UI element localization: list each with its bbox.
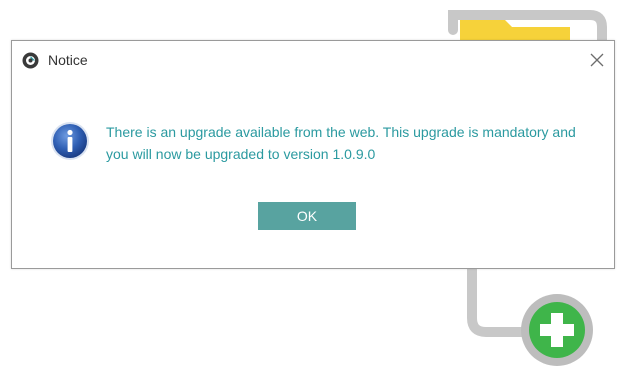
ok-button[interactable]: OK (258, 202, 356, 230)
screen: Notice There is an upgrade available fro… (0, 0, 623, 368)
folder-icon (460, 20, 570, 41)
close-icon (590, 53, 604, 67)
app-logo-icon (22, 52, 39, 69)
dialog-title: Notice (48, 52, 88, 68)
add-plus-icon (521, 294, 593, 366)
notice-dialog: Notice There is an upgrade available fro… (11, 40, 615, 269)
info-icon (51, 122, 89, 160)
dialog-titlebar: Notice (12, 41, 614, 79)
dialog-message: There is an upgrade available from the w… (106, 124, 576, 162)
close-button[interactable] (582, 45, 612, 75)
connector-line-lower (467, 263, 530, 337)
